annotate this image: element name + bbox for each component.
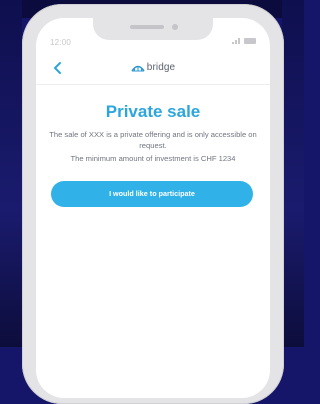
- logo-text: bridge: [146, 62, 176, 73]
- phone-screen: 12:00 bridge Private sale The sale of XX…: [36, 18, 270, 398]
- battery-icon: [244, 38, 256, 44]
- phone-notch: [93, 18, 213, 40]
- participate-button[interactable]: I would like to participate: [51, 181, 253, 207]
- minimum-investment-text: The minimum amount of investment is CHF …: [70, 154, 236, 163]
- status-icons: [232, 38, 256, 44]
- status-time: 12:00: [50, 38, 72, 47]
- signal-icon: [232, 38, 240, 44]
- speaker-grille: [130, 25, 164, 29]
- phone-frame: 12:00 bridge Private sale The sale of XX…: [22, 4, 284, 404]
- nav-divider: [36, 84, 270, 85]
- bridge-logo-icon: [131, 65, 145, 72]
- page-title: Private sale: [105, 102, 201, 121]
- front-camera: [172, 24, 178, 30]
- sale-description: The sale of XXX is a private offering an…: [49, 130, 257, 150]
- brand-logo: bridge: [36, 62, 270, 73]
- backdrop-right: [282, 0, 304, 347]
- nav-bar: bridge: [36, 58, 270, 80]
- backdrop-left: [0, 0, 22, 347]
